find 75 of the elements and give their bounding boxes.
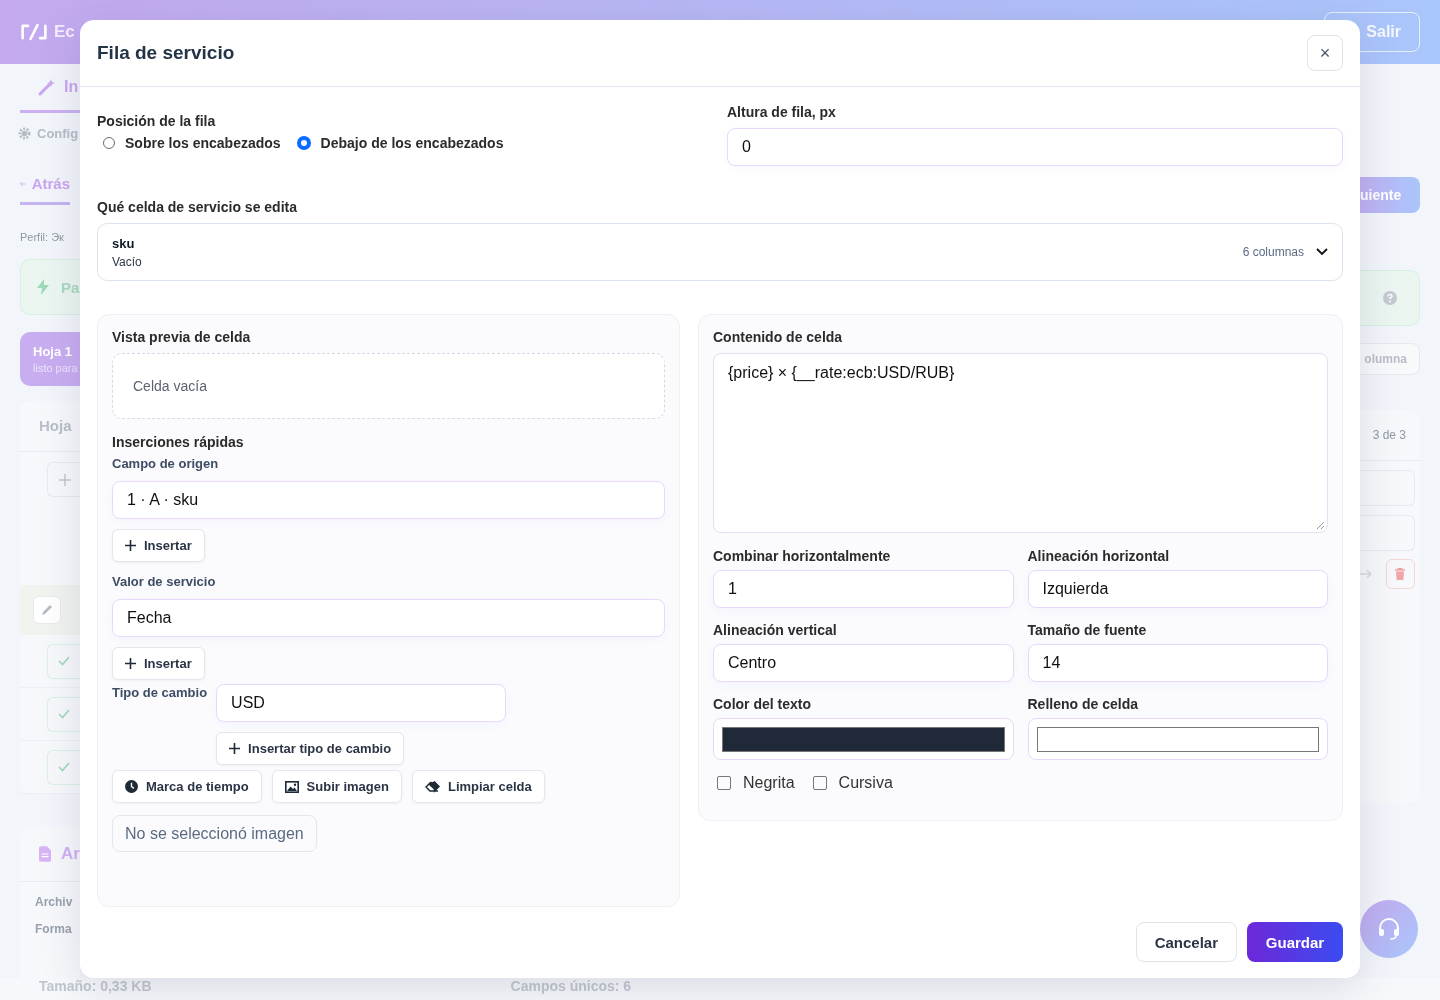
headset-icon bbox=[1376, 916, 1402, 942]
help-icon bbox=[1382, 291, 1397, 305]
file-detail: Forma bbox=[34, 922, 73, 936]
card-title: Ar bbox=[61, 844, 80, 864]
magic-wand-icon bbox=[38, 78, 56, 96]
field-label: Contenido de celda bbox=[713, 329, 844, 345]
field-label: Alineación vertical bbox=[713, 622, 838, 638]
file-detail: Archiv bbox=[34, 895, 74, 909]
check-icon bbox=[58, 656, 70, 666]
radio-button[interactable] bbox=[296, 136, 311, 150]
field-label: Posición de la fila bbox=[97, 113, 217, 129]
field-label: Tamaño de fuente bbox=[1027, 622, 1148, 638]
field-label: Relleno de celda bbox=[1027, 696, 1139, 712]
action-button[interactable]: Marca de tiempo bbox=[112, 770, 262, 803]
insert-button[interactable]: Insertar bbox=[112, 529, 205, 562]
radio-label[interactable]: Sobre los encabezados bbox=[125, 135, 281, 151]
image-status: No se seleccionó imagen bbox=[112, 815, 317, 852]
section-title: Vista previa de celda bbox=[112, 329, 252, 345]
field-label: Alineación horizontal bbox=[1027, 548, 1171, 564]
action-button[interactable]: Subir imagen bbox=[271, 770, 402, 803]
chevron-down-icon bbox=[1316, 248, 1328, 256]
cancel-button[interactable]: Cancelar bbox=[1135, 922, 1237, 962]
input-field[interactable]: Centro bbox=[713, 644, 1014, 682]
plus-icon bbox=[125, 658, 136, 669]
delete-button[interactable] bbox=[1385, 559, 1415, 589]
input-field[interactable]: Fecha bbox=[112, 599, 665, 637]
checkbox-label[interactable]: Negrita bbox=[743, 774, 795, 792]
field-label: Combinar horizontalmente bbox=[713, 548, 892, 564]
plus-icon bbox=[58, 473, 71, 486]
image-icon bbox=[284, 780, 299, 793]
checkbox[interactable] bbox=[812, 776, 827, 790]
section-title: Inserciones rápidas bbox=[112, 434, 245, 450]
card-title: Pa bbox=[61, 278, 80, 296]
eraser-icon bbox=[424, 780, 440, 793]
close-button[interactable]: × bbox=[1307, 35, 1343, 71]
edit-button[interactable] bbox=[33, 596, 61, 624]
action-button[interactable]: Limpiar celda bbox=[411, 770, 545, 803]
field-label: Campo de origen bbox=[112, 456, 220, 471]
checkbox-label[interactable]: Cursiva bbox=[838, 774, 893, 792]
pencil-icon bbox=[41, 604, 53, 616]
input-field[interactable]: 14 bbox=[1027, 644, 1328, 682]
profile-label: Perfil: Эк bbox=[20, 231, 65, 243]
plus-icon bbox=[229, 743, 241, 754]
content-textarea[interactable]: {price} × {__rate:ecb:USD/RUB} bbox=[713, 353, 1328, 533]
input-field[interactable]: 1 bbox=[713, 570, 1014, 608]
input-field[interactable]: USD bbox=[216, 684, 507, 722]
field-label: Qué celda de servicio se edita bbox=[97, 199, 298, 215]
input-field[interactable]: Izquierda bbox=[1027, 570, 1328, 608]
lightning-icon bbox=[37, 279, 49, 295]
trash-icon bbox=[1395, 568, 1406, 580]
preview-text: Celda vacía bbox=[133, 378, 207, 394]
radio-label[interactable]: Debajo de los encabezados bbox=[320, 135, 504, 151]
checkbox[interactable] bbox=[717, 776, 731, 790]
clock-icon bbox=[125, 780, 138, 793]
cell-dropdown[interactable]: sku Vacío 6 columnas bbox=[97, 223, 1343, 281]
arrow-right-icon bbox=[1360, 569, 1372, 579]
insert-button[interactable]: Insertar tipo de cambio bbox=[216, 732, 405, 765]
document-icon bbox=[39, 845, 52, 863]
check-icon bbox=[58, 762, 70, 772]
dialog-title: Fila de servicio bbox=[97, 42, 235, 64]
input-field[interactable]: 1 · A · sku bbox=[112, 481, 665, 519]
color-picker[interactable] bbox=[713, 718, 1014, 760]
field-label: Tipo de cambio bbox=[112, 684, 208, 702]
save-button[interactable]: Guardar bbox=[1247, 922, 1343, 962]
insert-button[interactable]: Insertar bbox=[112, 647, 205, 680]
resize-handle-icon bbox=[1316, 521, 1324, 529]
field-label: Color del texto bbox=[713, 696, 812, 712]
plus-icon bbox=[125, 540, 136, 551]
color-picker[interactable] bbox=[1027, 718, 1328, 760]
field-label: Altura de fila, px bbox=[727, 104, 837, 120]
field-label: Valor de servicio bbox=[112, 574, 217, 589]
app-name: Ec bbox=[54, 22, 75, 42]
input-field[interactable]: 0 bbox=[727, 128, 1343, 166]
check-icon bbox=[58, 709, 70, 719]
gear-icon bbox=[18, 126, 31, 140]
